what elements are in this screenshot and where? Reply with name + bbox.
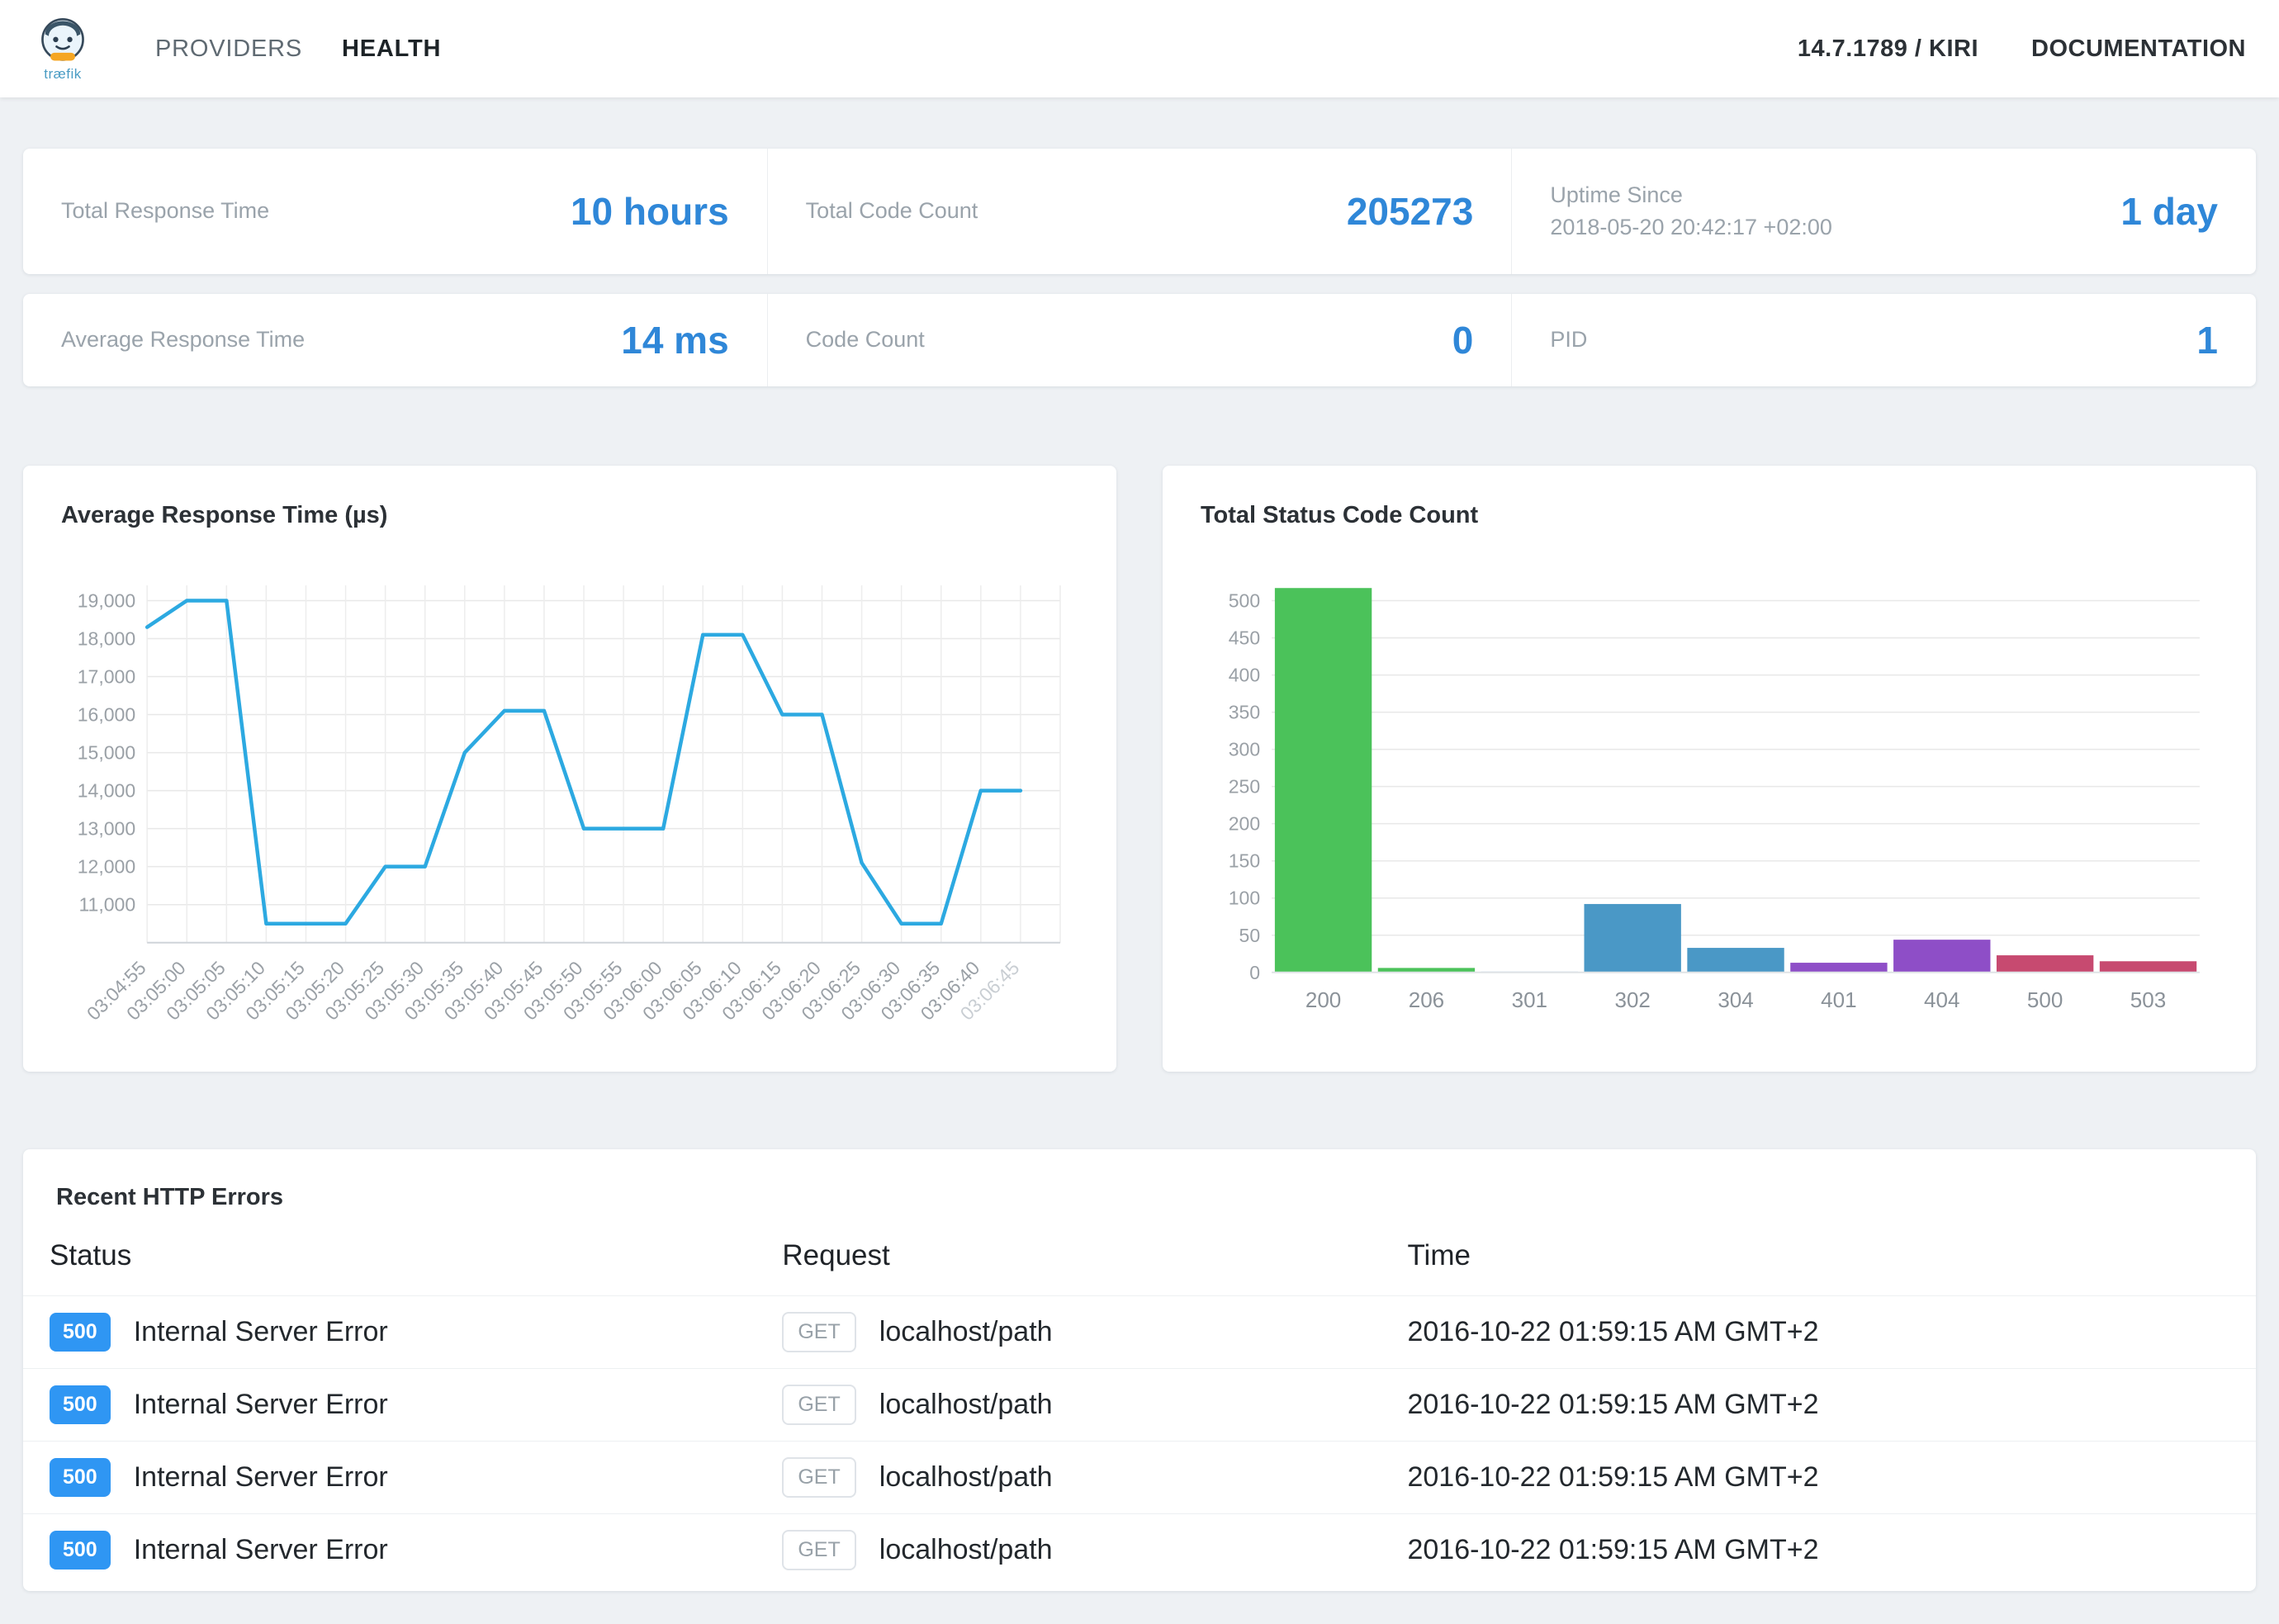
errors-panel-title: Recent HTTP Errors — [23, 1149, 2256, 1236]
request-path: localhost/path — [879, 1316, 1053, 1347]
stat-value: 10 hours — [571, 189, 729, 234]
svg-text:150: 150 — [1229, 850, 1260, 872]
request-path: localhost/path — [879, 1461, 1053, 1493]
uptime-label: Uptime Since — [1550, 182, 1683, 207]
main-content: Total Response Time 10 hours Total Code … — [0, 149, 2279, 1624]
stat-label: Uptime Since 2018-05-20 20:42:17 +02:00 — [1550, 179, 1832, 244]
status-code-badge: 500 — [50, 1458, 111, 1497]
recent-http-errors-panel: Recent HTTP Errors Status Request Time 5… — [23, 1149, 2256, 1591]
svg-text:500: 500 — [1229, 590, 1260, 612]
logo-word: træfik — [44, 66, 82, 83]
chart-title-response-time: Average Response Time (µs) — [61, 502, 1078, 529]
errors-table: Status Request Time 500 Internal Server E… — [23, 1236, 2256, 1586]
svg-text:19,000: 19,000 — [78, 589, 135, 611]
status-code-badge: 500 — [50, 1313, 111, 1352]
svg-text:17,000: 17,000 — [78, 666, 135, 688]
svg-text:0: 0 — [1249, 962, 1260, 983]
column-header-status: Status — [23, 1236, 782, 1296]
svg-text:16,000: 16,000 — [78, 704, 135, 726]
status-code-badge: 500 — [50, 1385, 111, 1424]
status-message: Internal Server Error — [134, 1534, 388, 1565]
request-path: localhost/path — [879, 1389, 1053, 1420]
svg-text:450: 450 — [1229, 627, 1260, 649]
svg-text:206: 206 — [1409, 987, 1444, 1012]
svg-text:302: 302 — [1614, 987, 1650, 1012]
svg-text:500: 500 — [2027, 987, 2063, 1012]
svg-text:503: 503 — [2130, 987, 2166, 1012]
stat-value: 1 day — [2120, 189, 2218, 234]
stat-uptime-since: Uptime Since 2018-05-20 20:42:17 +02:00 … — [1511, 149, 2256, 274]
http-method-badge: GET — [782, 1457, 855, 1498]
svg-text:350: 350 — [1229, 702, 1260, 723]
stat-value: 205273 — [1347, 189, 1474, 234]
stat-code-count: Code Count 0 — [767, 294, 1512, 386]
svg-text:304: 304 — [1718, 987, 1753, 1012]
svg-text:13,000: 13,000 — [78, 818, 135, 840]
status-message: Internal Server Error — [134, 1389, 388, 1420]
stats-row-totals: Total Response Time 10 hours Total Code … — [23, 149, 2256, 274]
navbar: træfik PROVIDERS HEALTH 14.7.1789 / KIRI… — [0, 0, 2279, 97]
error-time: 2016-10-22 01:59:15 AM GMT+2 — [1407, 1441, 2256, 1513]
request-path: localhost/path — [879, 1534, 1053, 1565]
svg-text:200: 200 — [1229, 813, 1260, 835]
svg-text:401: 401 — [1821, 987, 1856, 1012]
traefik-mascot-icon — [33, 15, 92, 68]
response-time-line-chart: 11,000 12,000 13,000 14,000 15,000 16,000 17,0… — [61, 569, 1078, 1047]
uptime-date: 2018-05-20 20:42:17 +02:00 — [1550, 215, 1832, 239]
stat-value: 0 — [1452, 318, 1474, 362]
nav-item-providers[interactable]: PROVIDERS — [135, 36, 322, 63]
http-method-badge: GET — [782, 1385, 855, 1425]
svg-text:300: 300 — [1229, 739, 1260, 760]
table-row: 500 Internal Server Error GET localhost/pa… — [23, 1295, 2256, 1368]
table-row: 500 Internal Server Error GET localhost/pa… — [23, 1368, 2256, 1441]
status-code-chart-card: Total Status Code Count 0 50 100 150 200 250 3… — [1163, 466, 2256, 1072]
svg-text:18,000: 18,000 — [78, 627, 135, 649]
stat-label: Average Response Time — [61, 324, 305, 356]
stat-average-response-time: Average Response Time 14 ms — [23, 294, 767, 386]
stat-label: Code Count — [806, 324, 925, 356]
response-time-chart-card: Average Response Time (µs) 11,00012,0001… — [23, 466, 1116, 1072]
status-message: Internal Server Error — [134, 1316, 388, 1347]
svg-text:250: 250 — [1229, 776, 1260, 798]
documentation-link[interactable]: DOCUMENTATION — [2031, 36, 2246, 63]
stat-pid: PID 1 — [1511, 294, 2256, 386]
error-time: 2016-10-22 01:59:15 AM GMT+2 — [1407, 1513, 2256, 1586]
status-code-badge: 500 — [50, 1531, 111, 1570]
version-label: 14.7.1789 / KIRI — [1798, 36, 1978, 63]
svg-text:50: 50 — [1239, 925, 1261, 946]
column-header-time: Time — [1407, 1236, 2256, 1296]
stats-row-averages: Average Response Time 14 ms Code Count 0… — [23, 294, 2256, 386]
chart-title-status-codes: Total Status Code Count — [1201, 502, 2218, 529]
errors-table-header: Status Request Time — [23, 1236, 2256, 1296]
svg-text:301: 301 — [1512, 987, 1547, 1012]
svg-text:200: 200 — [1305, 987, 1341, 1012]
svg-text:400: 400 — [1229, 665, 1260, 686]
status-message: Internal Server Error — [134, 1461, 388, 1493]
column-header-request: Request — [782, 1236, 1407, 1296]
svg-text:14,000: 14,000 — [78, 780, 135, 802]
table-row: 500 Internal Server Error GET localhost/pa… — [23, 1513, 2256, 1586]
svg-text:15,000: 15,000 — [78, 742, 135, 764]
stat-value: 1 — [2196, 318, 2218, 362]
stat-value: 14 ms — [621, 318, 728, 362]
svg-text:12,000: 12,000 — [78, 856, 135, 878]
error-time: 2016-10-22 01:59:15 AM GMT+2 — [1407, 1295, 2256, 1368]
charts-row: Average Response Time (µs) 11,00012,0001… — [23, 466, 2256, 1072]
table-row: 500 Internal Server Error GET localhost/pa… — [23, 1441, 2256, 1513]
stat-label: Total Code Count — [806, 195, 978, 227]
status-code-bar-chart: 0 50 100 150 200 250 300 350 400 450 500 200 206 301 3… — [1201, 569, 2218, 1020]
traefik-logo[interactable]: træfik — [33, 15, 92, 83]
stat-label: Total Response Time — [61, 195, 269, 227]
nav-item-health[interactable]: HEALTH — [322, 36, 461, 63]
error-time: 2016-10-22 01:59:15 AM GMT+2 — [1407, 1368, 2256, 1441]
http-method-badge: GET — [782, 1312, 855, 1352]
svg-text:11,000: 11,000 — [78, 894, 135, 916]
http-method-badge: GET — [782, 1530, 855, 1570]
stat-total-code-count: Total Code Count 205273 — [767, 149, 1512, 274]
svg-text:100: 100 — [1229, 888, 1260, 909]
stat-total-response-time: Total Response Time 10 hours — [23, 149, 767, 274]
svg-text:404: 404 — [1924, 987, 1959, 1012]
stat-label: PID — [1550, 324, 1587, 356]
